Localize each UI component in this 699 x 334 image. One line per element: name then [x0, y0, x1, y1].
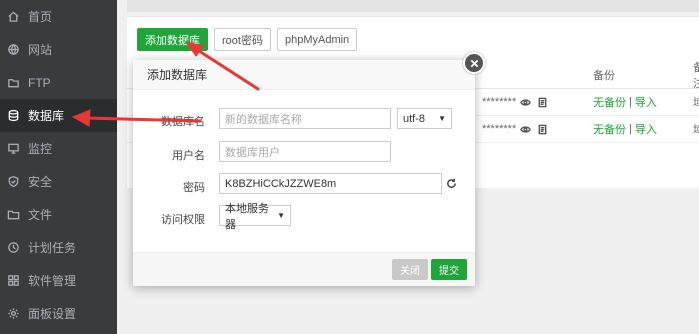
sidebar-item-security[interactable]: 安全 [0, 165, 117, 198]
caret-down-icon: ▼ [277, 211, 285, 220]
separator: | [629, 96, 632, 108]
eye-icon[interactable] [520, 116, 531, 142]
import-link[interactable]: 导入 [635, 121, 657, 137]
close-icon[interactable] [463, 52, 485, 74]
sidebar-item-files[interactable]: 文件 [0, 198, 117, 231]
eye-icon[interactable] [520, 89, 531, 115]
sidebar-item-ftp[interactable]: FTP [0, 66, 117, 99]
sidebar-item-label: FTP [28, 75, 51, 90]
refresh-icon[interactable] [446, 178, 457, 189]
sidebar-item-website[interactable]: 网站 [0, 33, 117, 66]
database-icon [6, 109, 20, 123]
column-header-backup: 备份 [593, 69, 615, 82]
username-input[interactable]: 数据库用户 [219, 141, 391, 162]
dialog-footer: 关闭 提交 [133, 252, 475, 286]
column-header-remark: 备注 [693, 61, 699, 90]
toolbar: 添加数据库 root密码 phpMyAdmin [137, 28, 358, 51]
root-password-button[interactable]: root密码 [214, 28, 271, 51]
sidebar-item-label: 面板设置 [28, 307, 77, 321]
import-link[interactable]: 导入 [635, 94, 657, 110]
password-mask: ******** [482, 123, 517, 135]
no-backup-link[interactable]: 无备份 [593, 94, 626, 110]
submit-button[interactable]: 提交 [431, 259, 467, 280]
sidebar-item-label: 计划任务 [28, 241, 77, 255]
folder-icon [6, 208, 20, 222]
copy-icon[interactable] [537, 89, 548, 115]
sidebar-item-label: 监控 [28, 142, 53, 156]
backup-cell: 无备份 | 导入 [593, 89, 657, 115]
shield-icon [6, 175, 20, 189]
add-database-button[interactable]: 添加数据库 [137, 28, 208, 51]
separator: | [629, 123, 632, 135]
sidebar: 首页 网站 FTP 数据库 监控 安全 文件 计划任务 软件管理 面板设置 [0, 0, 117, 334]
db-name-input[interactable]: 新的数据库名称 [219, 108, 391, 129]
sidebar-item-label: 网站 [28, 43, 53, 57]
remark-cell: 域 [693, 124, 699, 136]
top-strip [127, 0, 699, 12]
sidebar-item-label: 文件 [28, 208, 53, 222]
dialog-title: 添加数据库 [133, 60, 475, 90]
charset-value: utf-8 [403, 112, 426, 125]
password-label: 密码 [183, 182, 205, 194]
charset-select[interactable]: utf-8 ▼ [397, 108, 452, 129]
access-label: 访问权限 [161, 214, 205, 226]
grid-icon [6, 274, 20, 288]
copy-icon[interactable] [537, 116, 548, 142]
sidebar-item-label: 首页 [28, 10, 53, 24]
sidebar-item-home[interactable]: 首页 [0, 0, 117, 33]
sidebar-item-label: 数据库 [28, 109, 65, 123]
db-name-label: 数据库名 [161, 116, 205, 128]
sidebar-item-database[interactable]: 数据库 [0, 99, 117, 132]
backup-cell: 无备份 | 导入 [593, 116, 657, 142]
remark-cell: 域 [693, 97, 699, 109]
globe-icon [6, 43, 20, 57]
access-value: 本地服务器 [225, 202, 269, 231]
sidebar-item-cron[interactable]: 计划任务 [0, 231, 117, 264]
sidebar-item-monitor[interactable]: 监控 [0, 132, 117, 165]
no-backup-link[interactable]: 无备份 [593, 121, 626, 137]
close-button[interactable]: 关闭 [392, 259, 428, 280]
sidebar-item-software[interactable]: 软件管理 [0, 264, 117, 297]
caret-down-icon: ▼ [438, 114, 446, 123]
username-label: 用户名 [172, 150, 205, 162]
password-input[interactable]: K8BZHiCCkJZZWE8m [219, 173, 442, 194]
home-icon [6, 10, 20, 24]
sidebar-item-label: 软件管理 [28, 274, 77, 288]
sidebar-item-settings[interactable]: 面板设置 [0, 297, 117, 330]
ftp-icon [6, 76, 20, 90]
password-mask: ******** [482, 96, 517, 108]
access-select[interactable]: 本地服务器 ▼ [219, 203, 291, 231]
sidebar-item-label: 安全 [28, 175, 53, 189]
phpmyadmin-button[interactable]: phpMyAdmin [276, 28, 358, 51]
clock-icon [6, 241, 20, 255]
add-database-dialog: 添加数据库 数据库名 新的数据库名称 utf-8 ▼ 用户名 数据库用户 密码 … [133, 52, 485, 286]
gear-icon [6, 307, 20, 321]
monitor-icon [6, 142, 20, 156]
